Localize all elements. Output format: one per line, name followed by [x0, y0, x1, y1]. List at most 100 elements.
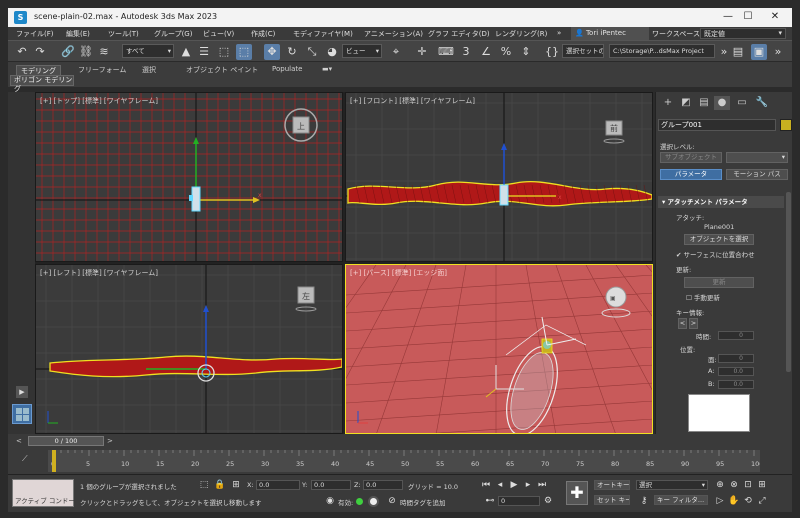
project-path[interactable]: C:\Storage\P...dsMax Project: [609, 44, 715, 58]
hierarchy-tab-icon[interactable]: ▤: [696, 96, 712, 110]
auto-key-button[interactable]: オートキー: [594, 480, 630, 490]
zoom-extents-icon[interactable]: ⊡: [742, 479, 754, 491]
menu-graph-editors[interactable]: グラフ エディタ(D): [428, 29, 490, 39]
viewport-front[interactable]: [+] [フロント] [標準] [ワイヤフレーム] x 前: [345, 92, 653, 262]
prev-frame-icon[interactable]: ◂: [494, 479, 506, 491]
zoom-all-icon[interactable]: ⊗: [728, 479, 740, 491]
key-icon[interactable]: ⚷: [638, 495, 650, 507]
update-button[interactable]: 更新: [684, 277, 754, 288]
viewport-perspective[interactable]: [+] [パース] [標準] [エッジ面] ▣: [345, 264, 653, 434]
key-filters-button[interactable]: キー フィルタ...: [654, 495, 708, 505]
time-configuration-icon[interactable]: ⚙: [542, 495, 554, 507]
play-animation-icon[interactable]: ▶: [508, 479, 520, 491]
modify-tab-icon[interactable]: ◩: [678, 96, 694, 110]
utilities-tab-icon[interactable]: 🔧: [754, 96, 770, 110]
key-mode-icon[interactable]: ⊷: [484, 495, 496, 507]
viewport-top[interactable]: [+] [トップ] [標準] [ワイヤフレーム] x 上: [35, 92, 343, 262]
key-selection-dropdown[interactable]: 選択 ▾: [636, 480, 708, 490]
keyboard-shortcut-icon[interactable]: ⌨: [438, 44, 454, 60]
motion-tab-icon[interactable]: ●: [714, 96, 730, 110]
current-frame-marker[interactable]: [52, 450, 56, 472]
adaptive-degradation-icon[interactable]: ◉: [324, 495, 336, 507]
tab-populate[interactable]: Populate: [272, 65, 302, 76]
add-time-tag[interactable]: 時間タグを追加: [400, 497, 446, 507]
play-icon[interactable]: ▶: [16, 386, 28, 398]
ribbon-toggle-icon[interactable]: ▬▾: [322, 65, 332, 76]
polygon-modeling-panel[interactable]: ポリゴン モデリング: [10, 75, 74, 93]
z-coordinate-field[interactable]: 0.0: [363, 480, 403, 490]
undo-icon[interactable]: ↶: [14, 44, 30, 60]
selection-filter[interactable]: すべて ▾: [122, 44, 174, 58]
time-spinner[interactable]: 0: [718, 331, 754, 340]
goto-end-icon[interactable]: ⏭: [536, 479, 548, 491]
redo-icon[interactable]: ↷: [32, 44, 48, 60]
tab-parameters[interactable]: パラメータ: [660, 169, 722, 180]
menu-views[interactable]: ビュー(V): [203, 29, 234, 39]
set-keys-icon[interactable]: ✚: [566, 481, 588, 505]
move-icon[interactable]: ✥: [264, 44, 280, 60]
snap-3d-icon[interactable]: 3: [458, 44, 474, 60]
x-coordinate-field[interactable]: 0.0: [256, 480, 300, 490]
percent-snap-icon[interactable]: %: [498, 44, 514, 60]
menu-animation[interactable]: アニメーション(A): [364, 29, 423, 39]
select-by-name-icon[interactable]: ☰: [196, 44, 212, 60]
track-bar[interactable]: ⟋ 05101520253035404550556065707580859095…: [8, 448, 792, 474]
manipulate-icon[interactable]: ✛: [414, 44, 430, 60]
next-frame-icon[interactable]: ▸: [522, 479, 534, 491]
track-bar-area[interactable]: 0510152025303540455055606570758085909510…: [48, 450, 763, 472]
a-spinner[interactable]: 0.0: [718, 367, 754, 376]
menu-group[interactable]: グループ(G): [154, 29, 192, 39]
unlink-icon[interactable]: ⛓: [78, 44, 94, 60]
workspace-select[interactable]: 既定値 ▾: [700, 28, 786, 39]
viewport-perspective-label[interactable]: [+] [パース] [標準] [エッジ面]: [350, 268, 447, 278]
zoom-icon[interactable]: ⊕: [714, 479, 726, 491]
absolute-mode-icon[interactable]: ⊞: [230, 479, 242, 491]
maxscript-listener[interactable]: アクティブ コンドー: [12, 479, 75, 507]
prev-key-button[interactable]: <: [678, 318, 687, 329]
menu-more[interactable]: »: [557, 29, 561, 37]
menu-edit[interactable]: 編集(E): [66, 29, 90, 39]
minimize-button[interactable]: —: [720, 10, 736, 24]
time-slider[interactable]: 0 / 100: [28, 436, 104, 446]
create-tab-icon[interactable]: +: [660, 96, 676, 110]
time-tag-list-icon[interactable]: ⊘: [386, 495, 398, 507]
menu-tools[interactable]: ツール(T): [108, 29, 139, 39]
reference-coordinate-select[interactable]: ビュー ▾: [342, 44, 382, 58]
pan-icon[interactable]: ✋: [728, 495, 740, 507]
align-to-surface-checkbox[interactable]: ✔ サーフェスに位置合わせ: [676, 249, 755, 259]
window-crossing-icon[interactable]: ⬚: [236, 44, 252, 60]
sub-object-button[interactable]: サブオブジェクト: [660, 152, 722, 163]
named-selection-edit-icon[interactable]: {}: [544, 44, 560, 60]
menu-file[interactable]: ファイル(F): [16, 29, 54, 39]
face-spinner[interactable]: 0: [718, 354, 754, 363]
orbit-icon[interactable]: ⟲: [742, 495, 754, 507]
menu-modifiers[interactable]: モディファイヤ(M): [293, 29, 353, 39]
current-frame-field[interactable]: 0: [498, 496, 540, 506]
pivot-icon[interactable]: ⌖: [388, 44, 404, 60]
viewport-left-label[interactable]: [+] [レフト] [標準] [ワイヤフレーム]: [40, 268, 158, 278]
viewport-top-label[interactable]: [+] [トップ] [標準] [ワイヤフレーム]: [40, 96, 158, 106]
object-color-swatch[interactable]: [780, 119, 792, 131]
field-of-view-icon[interactable]: ▷: [714, 495, 726, 507]
command-panel-scrollbar[interactable]: [786, 192, 791, 372]
place-icon[interactable]: ◕: [324, 44, 340, 60]
object-name-field[interactable]: グループ001: [658, 119, 776, 131]
more-tools-icon[interactable]: »: [770, 44, 786, 60]
tab-motion-path[interactable]: モーション パス: [726, 169, 788, 180]
enabled-indicator[interactable]: [356, 498, 363, 505]
y-coordinate-field[interactable]: 0.0: [311, 480, 351, 490]
b-spinner[interactable]: 0.0: [718, 380, 754, 389]
tab-selection[interactable]: 選択: [142, 65, 156, 76]
menu-rendering[interactable]: レンダリング(R): [495, 29, 547, 39]
save-icon[interactable]: ▣: [751, 44, 767, 60]
isolate-icon[interactable]: ⬚: [198, 479, 210, 491]
zoom-extents-all-icon[interactable]: ⊞: [756, 479, 768, 491]
time-prev-button[interactable]: <: [16, 437, 24, 446]
manual-update-checkbox[interactable]: ☐ 手動更新: [686, 292, 720, 302]
maximize-viewport-icon[interactable]: ⤢: [756, 495, 768, 507]
spinner-snap-icon[interactable]: ⇕: [518, 44, 534, 60]
tab-object-paint[interactable]: オブジェクト ペイント: [186, 65, 258, 76]
viewport-layout-icon[interactable]: [12, 404, 32, 424]
viewport-left[interactable]: [+] [レフト] [標準] [ワイヤフレーム] 左: [35, 264, 343, 434]
next-key-button[interactable]: >: [689, 318, 698, 329]
